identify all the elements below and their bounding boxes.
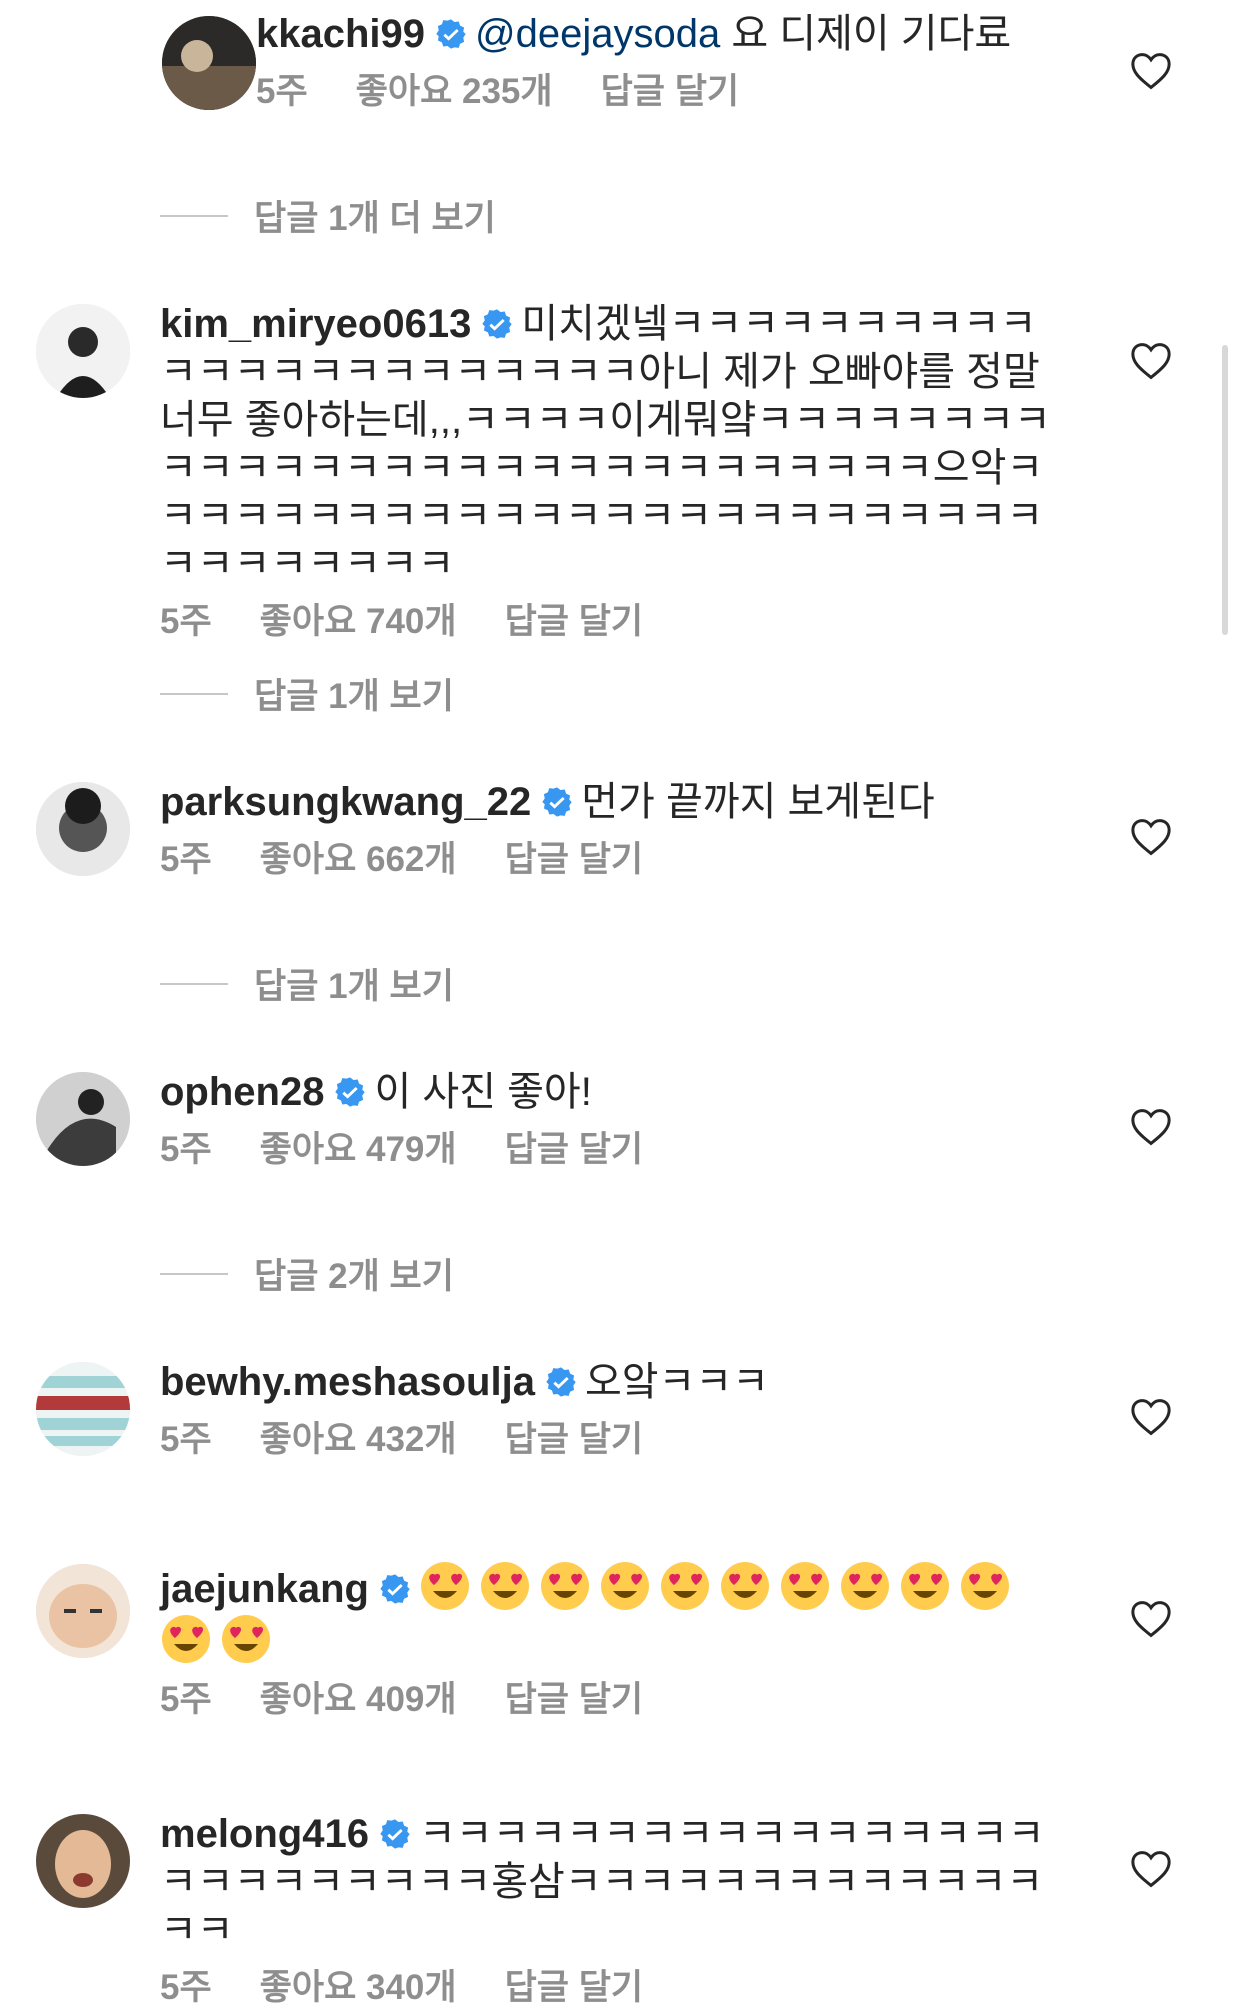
heart-outline-icon[interactable] xyxy=(1130,342,1172,380)
avatar-image xyxy=(36,1814,130,1908)
comment-time: 5주 xyxy=(256,72,308,111)
username[interactable]: jaejunkang xyxy=(160,1567,369,1611)
heart-eyes-emoji xyxy=(720,1562,769,1610)
comment-time: 5주 xyxy=(160,1680,212,1719)
like-count[interactable]: 좋아요 662개 xyxy=(260,840,457,879)
view-replies-button[interactable]: 답글 1개 보기 xyxy=(160,668,454,719)
avatar-image xyxy=(36,1362,130,1456)
reply-button[interactable]: 답글 달기 xyxy=(505,602,644,641)
comment-time: 5주 xyxy=(160,840,212,879)
avatar[interactable] xyxy=(36,304,130,398)
username[interactable]: parksungkwang_22 xyxy=(160,780,531,824)
mention-link[interactable]: @deejaysoda xyxy=(475,12,720,56)
username[interactable]: kkachi99 xyxy=(256,12,425,56)
view-replies-label: 답글 1개 더 보기 xyxy=(254,199,496,238)
divider xyxy=(160,982,228,985)
comment-text: 먼가 끝까지 보게된다 xyxy=(581,780,935,824)
comment-time: 5주 xyxy=(160,602,212,641)
avatar[interactable] xyxy=(36,1362,130,1456)
avatar[interactable] xyxy=(36,782,130,876)
heart-eyes-emoji xyxy=(840,1562,889,1610)
heart-outline-icon[interactable] xyxy=(1130,1108,1172,1146)
heart-outline-icon[interactable] xyxy=(1130,1850,1172,1888)
reply-button[interactable]: 답글 달기 xyxy=(505,1680,644,1719)
avatar-image xyxy=(36,782,130,876)
like-count[interactable]: 좋아요 409개 xyxy=(260,1680,457,1719)
reply-button[interactable]: 답글 달기 xyxy=(505,1420,644,1459)
view-replies-label: 답글 1개 보기 xyxy=(254,967,454,1006)
heart-eyes-emoji xyxy=(162,1615,210,1663)
heart-outline-icon[interactable] xyxy=(1130,1600,1172,1638)
like-count[interactable]: 좋아요 740개 xyxy=(260,602,457,641)
verified-badge-icon xyxy=(546,1367,576,1397)
view-replies-label: 답글 1개 보기 xyxy=(254,677,454,716)
reply-button[interactable]: 답글 달기 xyxy=(505,840,644,879)
username[interactable]: bewhy.meshasoulja xyxy=(160,1360,535,1404)
reply-button[interactable]: 답글 달기 xyxy=(505,1968,644,2007)
divider xyxy=(160,692,228,695)
comment-time: 5주 xyxy=(160,1130,212,1169)
username[interactable]: kim_miryeo0613 xyxy=(160,302,471,346)
verified-badge-icon xyxy=(380,1819,410,1849)
divider xyxy=(160,1272,228,1275)
comment-text: 요 디제이 기다료 xyxy=(720,12,1012,56)
like-count[interactable]: 좋아요 235개 xyxy=(356,72,553,111)
reply-button[interactable]: 답글 달기 xyxy=(505,1130,644,1169)
view-replies-button[interactable]: 답글 1개 더 보기 xyxy=(160,190,496,241)
like-count[interactable]: 좋아요 479개 xyxy=(260,1130,457,1169)
view-replies-label: 답글 2개 보기 xyxy=(254,1257,454,1296)
username[interactable]: ophen28 xyxy=(160,1070,324,1114)
like-count[interactable]: 좋아요 340개 xyxy=(260,1968,457,2007)
heart-eyes-emoji xyxy=(600,1562,649,1610)
comment-time: 5주 xyxy=(160,1420,212,1459)
heart-outline-icon[interactable] xyxy=(1130,52,1172,90)
heart-eyes-emoji xyxy=(780,1562,829,1610)
comment-text: 오앜ㅋㅋㅋ xyxy=(584,1360,769,1404)
like-count[interactable]: 좋아요 432개 xyxy=(260,1420,457,1459)
heart-eyes-emoji xyxy=(960,1562,1009,1610)
reply-button[interactable]: 답글 달기 xyxy=(601,72,740,111)
comment-time: 5주 xyxy=(160,1968,212,2007)
avatar-image xyxy=(162,16,256,110)
heart-eyes-emoji xyxy=(420,1562,469,1610)
divider xyxy=(160,214,228,217)
verified-badge-icon xyxy=(380,1574,410,1604)
heart-outline-icon[interactable] xyxy=(1130,1398,1172,1436)
heart-eyes-emoji xyxy=(540,1562,589,1610)
heart-outline-icon[interactable] xyxy=(1130,818,1172,856)
verified-badge-icon xyxy=(335,1077,366,1107)
avatar-image xyxy=(36,1564,130,1658)
verified-badge-icon xyxy=(436,19,466,49)
heart-eyes-emoji xyxy=(900,1562,949,1610)
comment-text: 이 사진 좋아! xyxy=(374,1070,592,1114)
avatar-image xyxy=(36,1072,130,1166)
avatar[interactable] xyxy=(36,1564,130,1658)
avatar[interactable] xyxy=(36,1814,130,1908)
avatar[interactable] xyxy=(36,1072,130,1166)
view-replies-button[interactable]: 답글 2개 보기 xyxy=(160,1248,454,1299)
scrollbar[interactable] xyxy=(1222,345,1228,635)
heart-eyes-emoji xyxy=(660,1562,709,1610)
heart-eyes-emoji xyxy=(222,1615,270,1663)
username[interactable]: melong416 xyxy=(160,1812,369,1856)
verified-badge-icon xyxy=(542,787,572,817)
heart-eyes-emoji xyxy=(480,1562,529,1610)
view-replies-button[interactable]: 답글 1개 보기 xyxy=(160,958,454,1009)
avatar-image xyxy=(36,304,130,398)
verified-badge-icon xyxy=(482,309,512,339)
avatar[interactable] xyxy=(162,16,256,110)
